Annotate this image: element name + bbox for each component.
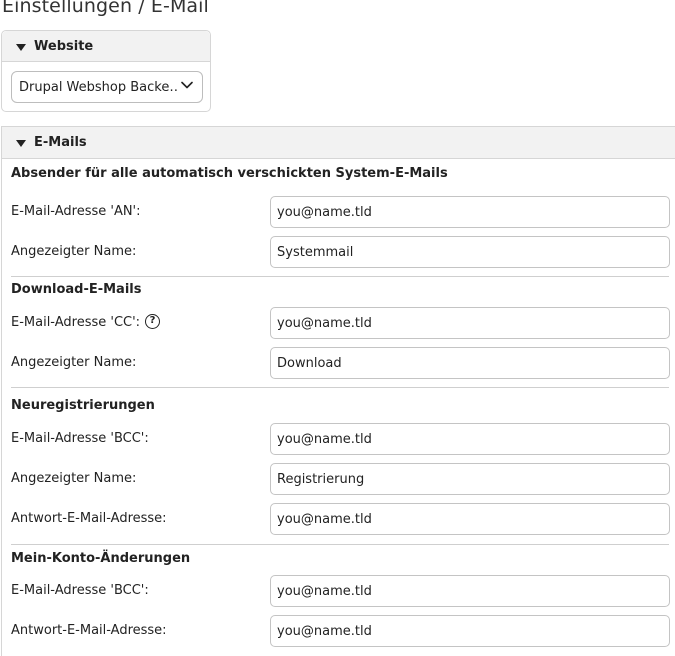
field-label: Angezeigter Name: [11, 244, 137, 259]
system-display-name-input[interactable] [270, 236, 670, 268]
system-email-to-input[interactable] [270, 196, 670, 228]
field-label-with-help: E-Mail-Adresse 'CC':? [11, 314, 161, 330]
download-email-cc-input[interactable] [270, 307, 670, 339]
download-display-name-input[interactable] [270, 347, 670, 379]
collapse-triangle-icon[interactable] [16, 44, 26, 51]
field-label: Angezeigter Name: [11, 471, 137, 486]
field-label: E-Mail-Adresse 'BCC': [11, 431, 149, 446]
website-panel-header[interactable]: Website [2, 31, 210, 62]
registration-display-name-input[interactable] [270, 463, 670, 495]
account-reply-email-input[interactable] [270, 615, 670, 647]
chevron-down-icon [181, 81, 193, 89]
field-label: Angezeigter Name: [11, 355, 137, 370]
field-label: E-Mail-Adresse 'CC': [11, 315, 141, 330]
section-title-system: Absender für alle automatisch verschickt… [11, 166, 448, 181]
registration-reply-email-input[interactable] [270, 503, 670, 535]
emails-panel: E-Mails Absender für alle automatisch ve… [1, 126, 675, 656]
emails-panel-title: E-Mails [34, 135, 87, 150]
registration-email-bcc-input[interactable] [270, 423, 670, 455]
page-title: Einstellungen / E-Mail [2, 0, 209, 17]
field-label: E-Mail-Adresse 'BCC': [11, 583, 149, 598]
account-email-bcc-input[interactable] [270, 575, 670, 607]
section-title-download: Download-E-Mails [11, 282, 142, 297]
section-divider [11, 387, 669, 388]
field-label: Antwort-E-Mail-Adresse: [11, 623, 167, 638]
section-title-registrations: Neuregistrierungen [11, 398, 155, 413]
collapse-triangle-icon[interactable] [16, 140, 26, 147]
section-divider [11, 276, 669, 277]
website-select[interactable]: Drupal Webshop Backe… [11, 71, 203, 103]
field-label: Antwort-E-Mail-Adresse: [11, 511, 167, 526]
help-icon[interactable]: ? [145, 314, 161, 329]
field-label: E-Mail-Adresse 'AN': [11, 204, 141, 219]
section-title-account-changes: Mein-Konto-Änderungen [11, 551, 191, 566]
website-select-value: Drupal Webshop Backe… [19, 80, 179, 95]
emails-panel-header[interactable]: E-Mails [2, 127, 675, 159]
website-panel-title: Website [34, 39, 94, 54]
section-divider [11, 544, 669, 545]
website-panel: Website Drupal Webshop Backe… [1, 30, 211, 112]
